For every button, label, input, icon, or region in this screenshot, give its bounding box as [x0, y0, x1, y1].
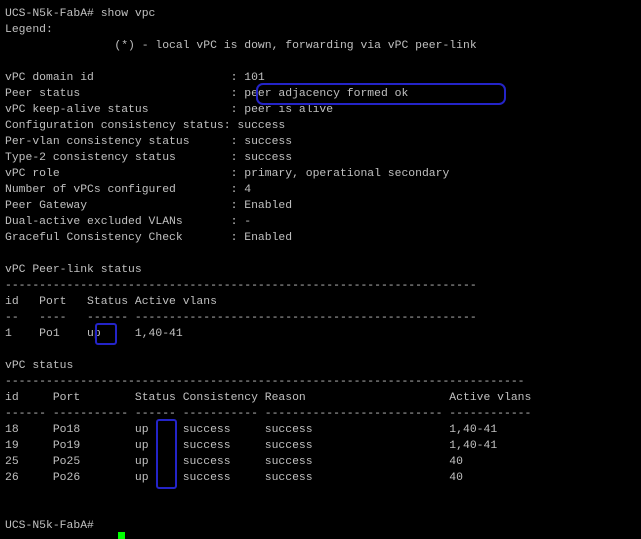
vpc-table-row: 19 Po19 up success success 1,40-41 [5, 440, 498, 452]
peer-link-heading: vPC Peer-link status [5, 264, 142, 276]
vpc-count-row: Number of vPCs configured : 4 [5, 184, 252, 196]
peer-link-table-header: id Port Status Active vlans [5, 296, 217, 308]
terminal-window[interactable]: UCS-N5k-FabA# show vpc Legend: (*) - loca… [0, 0, 641, 539]
legend-label: Legend: [5, 24, 53, 36]
vpc-domain-id-row: vPC domain id : 101 [5, 72, 265, 84]
vpc-table-row: 26 Po26 up success success 40 [5, 472, 463, 484]
keepalive-status-row: vPC keep-alive status : peer is alive [5, 104, 334, 116]
vpc-table-row: 25 Po25 up success success 40 [5, 456, 463, 468]
config-consistency-row: Configuration consistency status: succes… [5, 120, 286, 132]
peer-status-row: Peer status : peer adjacency formed ok [5, 88, 409, 100]
dual-active-row: Dual-active excluded VLANs : - [5, 216, 252, 228]
vpc-role-row: vPC role : primary, operational secondar… [5, 168, 450, 180]
separator-line: ------ ----------- ------ ----------- --… [5, 408, 532, 420]
separator-line: -- ---- ------ -------------------------… [5, 312, 477, 324]
vpc-status-heading: vPC status [5, 360, 74, 372]
graceful-check-row: Graceful Consistency Check : Enabled [5, 232, 293, 244]
type2-consistency-row: Type-2 consistency status : success [5, 152, 293, 164]
terminal-cursor [118, 532, 125, 539]
peer-gateway-row: Peer Gateway : Enabled [5, 200, 293, 212]
peer-link-table-row: 1 Po1 up 1,40-41 [5, 328, 183, 340]
separator-line: ----------------------------------------… [5, 280, 477, 292]
separator-line: ----------------------------------------… [5, 376, 525, 388]
legend-text: (*) - local vPC is down, forwarding via … [5, 40, 477, 52]
command-line: UCS-N5k-FabA# show vpc [5, 8, 156, 20]
per-vlan-consistency-row: Per-vlan consistency status : success [5, 136, 293, 148]
vpc-table-header: id Port Status Consistency Reason Active… [5, 392, 532, 404]
vpc-table-row: 18 Po18 up success success 1,40-41 [5, 424, 498, 436]
prompt-line: UCS-N5k-FabA# [5, 520, 94, 532]
